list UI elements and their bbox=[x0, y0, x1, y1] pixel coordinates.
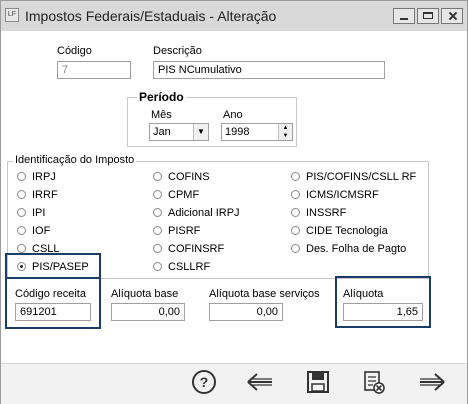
radio-icms-icmsrf[interactable]: ICMS/ICMSRF bbox=[291, 189, 379, 202]
radio-cpmf[interactable]: CPMF bbox=[153, 189, 199, 202]
radio-label: INSSRF bbox=[306, 207, 347, 219]
descricao-field[interactable]: PIS NCumulativo bbox=[153, 61, 385, 79]
ano-spinner[interactable]: 1998 ▲ ▼ bbox=[221, 123, 293, 141]
radio-cofins[interactable]: COFINS bbox=[153, 171, 210, 184]
radio-cofinsrf[interactable]: COFINSRF bbox=[153, 243, 224, 256]
toolbar bbox=[1, 363, 467, 404]
ano-value: 1998 bbox=[225, 126, 250, 138]
radio-label: Des. Folha de Pagto bbox=[306, 243, 407, 255]
radio-pis-cofins-csll-rf[interactable]: PIS/COFINS/CSLL RF bbox=[291, 171, 416, 184]
periodo-title: Período bbox=[137, 90, 186, 104]
svg-text:?: ? bbox=[200, 374, 209, 390]
aliquota-base-field[interactable]: 0,00 bbox=[111, 303, 185, 321]
ano-label: Ano bbox=[223, 109, 243, 121]
window: LF Impostos Federais/Estaduais - Alteraç… bbox=[0, 0, 468, 404]
radio-pisrf[interactable]: PISRF bbox=[153, 225, 200, 238]
forward-icon[interactable] bbox=[417, 367, 447, 397]
radio-label: Adicional IRPJ bbox=[168, 207, 240, 219]
codigo-field[interactable]: 7 bbox=[57, 61, 131, 79]
radio-icon bbox=[17, 207, 26, 217]
chevron-down-icon[interactable]: ▼ bbox=[193, 124, 208, 140]
radio-label: ICMS/ICMSRF bbox=[306, 189, 379, 201]
aliquota-base-label: Alíquota base bbox=[111, 288, 179, 300]
radio-icon bbox=[291, 225, 300, 235]
radio-icon bbox=[17, 189, 26, 199]
radio-irpj[interactable]: IRPJ bbox=[17, 171, 56, 184]
radio-icon bbox=[153, 189, 162, 199]
radio-icon bbox=[153, 207, 162, 217]
mes-label: Mês bbox=[151, 109, 172, 121]
window-title: Impostos Federais/Estaduais - Alteração bbox=[25, 8, 277, 24]
title-bar: LF Impostos Federais/Estaduais - Alteraç… bbox=[1, 1, 467, 31]
identificacao-title: Identificação do Imposto bbox=[13, 154, 137, 166]
minimize-button[interactable] bbox=[393, 8, 415, 24]
delete-icon[interactable] bbox=[359, 367, 389, 397]
radio-iof[interactable]: IOF bbox=[17, 225, 50, 238]
radio-ipi[interactable]: IPI bbox=[17, 207, 45, 220]
back-icon[interactable] bbox=[245, 367, 275, 397]
radio-icon bbox=[17, 171, 26, 181]
maximize-button[interactable] bbox=[417, 8, 439, 24]
radio-icon bbox=[153, 171, 162, 181]
highlight-aliquota bbox=[335, 276, 431, 328]
descricao-label: Descrição bbox=[153, 45, 202, 57]
radio-icon bbox=[291, 207, 300, 217]
radio-label: COFINSRF bbox=[168, 243, 225, 255]
mes-value: Jan bbox=[153, 126, 171, 138]
radio-icon bbox=[291, 243, 300, 253]
aliquota-base-servicos-field[interactable]: 0,00 bbox=[209, 303, 283, 321]
radio-label: CSLLRF bbox=[168, 261, 211, 273]
radio-label: IPI bbox=[32, 207, 46, 219]
radio-icon bbox=[17, 225, 26, 235]
help-icon[interactable]: ? bbox=[189, 367, 219, 397]
radio-label: CIDE Tecnologia bbox=[306, 225, 388, 237]
highlight-codigo-receita bbox=[5, 279, 101, 329]
radio-icon bbox=[291, 171, 300, 181]
radio-cide-tecnologia[interactable]: CIDE Tecnologia bbox=[291, 225, 388, 238]
save-icon[interactable] bbox=[303, 367, 333, 397]
mes-select[interactable]: Jan ▼ bbox=[149, 123, 209, 141]
radio-label: IRRF bbox=[32, 189, 58, 201]
radio-icon bbox=[153, 261, 162, 271]
highlight-pis-pasep bbox=[5, 253, 101, 279]
radio-irrf[interactable]: IRRF bbox=[17, 189, 58, 202]
radio-label: IRPJ bbox=[32, 171, 56, 183]
aliquota-base-servicos-label: Alíquota base serviços bbox=[209, 288, 320, 300]
radio-csllrf[interactable]: CSLLRF bbox=[153, 261, 210, 274]
radio-inssrf[interactable]: INSSRF bbox=[291, 207, 346, 220]
radio-label: IOF bbox=[32, 225, 51, 237]
codigo-label: Código bbox=[57, 45, 92, 57]
radio-label: PIS/COFINS/CSLL RF bbox=[306, 171, 417, 183]
radio-icon bbox=[291, 189, 300, 199]
radio-label: COFINS bbox=[168, 171, 210, 183]
radio-icon bbox=[17, 243, 26, 253]
radio-des-folha-pagto[interactable]: Des. Folha de Pagto bbox=[291, 243, 406, 256]
app-icon: LF bbox=[5, 8, 19, 22]
radio-icon bbox=[153, 225, 162, 235]
radio-label: PISRF bbox=[168, 225, 201, 237]
radio-icon bbox=[153, 243, 162, 253]
radio-label: CPMF bbox=[168, 189, 200, 201]
close-button[interactable] bbox=[441, 8, 463, 24]
spinner-icon[interactable]: ▲ ▼ bbox=[278, 124, 292, 140]
radio-adicional-irpj[interactable]: Adicional IRPJ bbox=[153, 207, 240, 220]
